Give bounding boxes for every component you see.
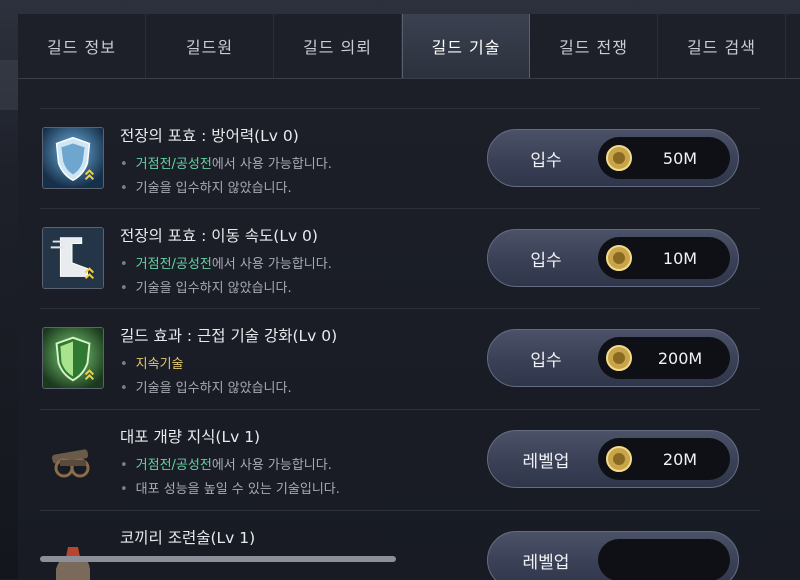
levelup-button[interactable]: 레벨업 20M <box>487 430 739 488</box>
skill-status-line: • 기술을 입수하지 않았습니다. <box>120 181 292 196</box>
skill-usage-line: • 지속기술 <box>120 357 184 372</box>
tab-guild-requests[interactable]: 길드 의뢰 <box>274 14 402 78</box>
tab-guild-search[interactable]: 길드 검색 <box>658 14 786 78</box>
tab-guild-war[interactable]: 길드 전쟁 <box>530 14 658 78</box>
price-text: 200M <box>657 348 703 368</box>
skill-usage-line: • 거점전/공성전에서 사용 가능합니다. <box>120 458 332 473</box>
price-text: 10M <box>662 248 698 268</box>
acquire-button-label: 입수 <box>530 350 562 371</box>
price-box: 20M <box>598 438 730 480</box>
levelup-button-label: 레벨업 <box>522 552 570 573</box>
skill-usage-text: 에서 사용 가능합니다. <box>211 458 332 473</box>
acquire-button[interactable]: 입수 10M <box>487 229 739 287</box>
skill-usage-highlight: 거점전/공성전 <box>135 458 212 473</box>
skill-status-line: • 기술을 입수하지 않았습니다. <box>120 381 292 396</box>
skill-usage-line: • 거점전/공성전에서 사용 가능합니다. <box>120 257 332 272</box>
elephant-icon <box>56 547 90 580</box>
levelup-button-label: 레벨업 <box>522 451 570 472</box>
price-text: 50M <box>662 148 698 168</box>
gold-coin-icon <box>606 446 632 472</box>
skill-title: 전장의 포효 : 방어력(Lv 0) <box>120 127 299 145</box>
price-box: 10M <box>598 237 730 279</box>
cannon-icon <box>52 449 90 478</box>
skill-status-text: 기술을 입수하지 않았습니다. <box>135 281 292 296</box>
guild-tab-bar: 길드 정보 길드원 길드 의뢰 길드 기술 길드 전쟁 길드 검색 <box>18 14 800 79</box>
green-shield-icon <box>42 327 104 389</box>
gold-coin-icon <box>606 245 632 271</box>
skill-title: 코끼리 조련술(Lv 1) <box>120 529 256 547</box>
acquire-button[interactable]: 입수 50M <box>487 129 739 187</box>
skill-title: 전장의 포효 : 이동 속도(Lv 0) <box>120 227 318 245</box>
skill-title: 길드 효과 : 근접 기술 강화(Lv 0) <box>120 327 338 345</box>
skill-status-line: • 기술을 입수하지 않았습니다. <box>120 281 292 296</box>
skill-usage-highlight: 지속기술 <box>135 357 184 372</box>
price-text: 20M <box>662 449 698 469</box>
skill-row: 전장의 포효 : 방어력(Lv 0) • 거점전/공성전에서 사용 가능합니다. … <box>40 108 760 209</box>
price-box: 50M <box>598 137 730 179</box>
levelup-button[interactable]: 레벨업 <box>487 531 739 580</box>
skill-row: 전장의 포효 : 이동 속도(Lv 0) • 거점전/공성전에서 사용 가능합니다… <box>40 208 760 309</box>
skill-status-text: 대포 성능을 높일 수 있는 기술입니다. <box>135 482 340 497</box>
blue-shield-icon <box>42 127 104 189</box>
tab-guild-members[interactable]: 길드원 <box>146 14 274 78</box>
skill-row: 길드 효과 : 근접 기술 강화(Lv 0) • 지속기술 • 기술을 입수하지 않… <box>40 308 760 409</box>
horizontal-scrollbar[interactable] <box>40 556 396 562</box>
skill-row: 코끼리 조련술(Lv 1) 레벨업 <box>40 510 760 580</box>
skill-status-text: 기술을 입수하지 않았습니다. <box>135 381 292 396</box>
acquire-button[interactable]: 입수 200M <box>487 329 739 387</box>
price-box <box>598 539 730 580</box>
acquire-button-label: 입수 <box>530 250 562 271</box>
skill-status-text: 기술을 입수하지 않았습니다. <box>135 181 292 196</box>
skill-status-line: • 대포 성능을 높일 수 있는 기술입니다. <box>120 482 340 497</box>
tab-guild-skills[interactable]: 길드 기술 <box>402 14 530 78</box>
skill-usage-line: • 거점전/공성전에서 사용 가능합니다. <box>120 157 332 172</box>
price-box: 200M <box>598 337 730 379</box>
skill-usage-highlight: 거점전/공성전 <box>135 157 212 172</box>
skill-usage-highlight: 거점전/공성전 <box>135 257 212 272</box>
skill-usage-text: 에서 사용 가능합니다. <box>211 257 332 272</box>
acquire-button-label: 입수 <box>530 150 562 171</box>
tab-guild-info[interactable]: 길드 정보 <box>18 14 146 78</box>
gold-coin-icon <box>606 145 632 171</box>
skill-row: 대포 개량 지식(Lv 1) • 거점전/공성전에서 사용 가능합니다. • 대포 … <box>40 409 760 510</box>
skill-title: 대포 개량 지식(Lv 1) <box>120 428 261 446</box>
boot-icon <box>42 227 104 289</box>
skill-usage-text: 에서 사용 가능합니다. <box>211 157 332 172</box>
gold-coin-icon <box>606 345 632 371</box>
